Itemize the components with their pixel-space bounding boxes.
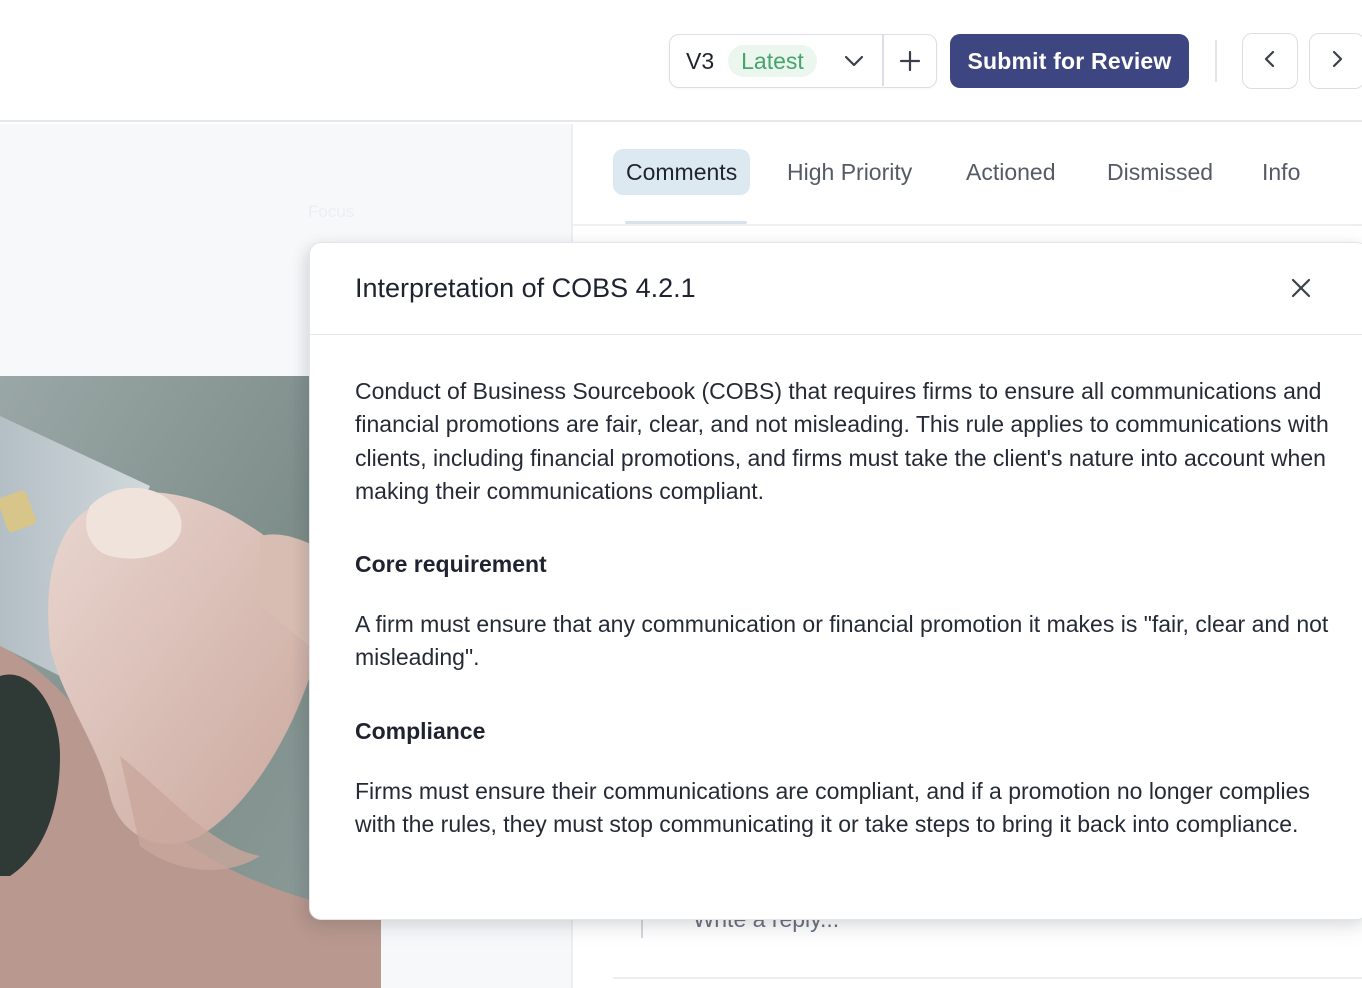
toolbar-divider	[1215, 40, 1217, 82]
tab-dismissed[interactable]: Dismissed	[1094, 149, 1226, 195]
tab-high-priority[interactable]: High Priority	[774, 149, 925, 195]
tab-comments[interactable]: Comments	[613, 149, 751, 195]
close-icon[interactable]	[1286, 273, 1316, 303]
tab-actioned[interactable]: Actioned	[953, 149, 1069, 195]
modal-intro-text: Conduct of Business Sourcebook (COBS) th…	[355, 378, 1329, 504]
modal-header: Interpretation of COBS 4.2.1	[310, 243, 1362, 335]
modal-title: Interpretation of COBS 4.2.1	[355, 273, 696, 303]
faint-document-label: Focus	[308, 202, 355, 221]
active-tab-indicator	[625, 221, 747, 224]
chevron-right-icon	[1326, 48, 1348, 75]
next-button[interactable]	[1309, 33, 1362, 89]
reply-divider	[613, 977, 1362, 979]
modal-body: Conduct of Business Sourcebook (COBS) th…	[355, 375, 1335, 841]
chevron-down-icon[interactable]	[842, 49, 866, 73]
submit-for-review-button[interactable]: Submit for Review	[950, 34, 1189, 88]
version-selector[interactable]: V3 Latest	[669, 34, 937, 88]
top-toolbar: V3 Latest Submit for Review	[0, 0, 1362, 122]
latest-badge: Latest	[728, 45, 817, 77]
section-text-core-requirement: A firm must ensure that any communicatio…	[355, 611, 1329, 671]
comments-tabs: Comments High Priority Actioned Dismisse…	[573, 124, 1362, 226]
rule-interpretation-modal: Interpretation of COBS 4.2.1 Conduct of …	[309, 242, 1362, 920]
previous-button[interactable]	[1242, 33, 1298, 89]
section-heading-core-requirement: Core requirement	[355, 551, 547, 578]
tab-info[interactable]: Info	[1249, 149, 1313, 195]
version-label: V3	[686, 47, 715, 74]
chevron-left-icon	[1259, 48, 1281, 75]
plus-icon[interactable]	[884, 35, 936, 86]
section-text-compliance: Firms must ensure their communications a…	[355, 777, 1310, 838]
section-heading-compliance: Compliance	[355, 717, 486, 744]
